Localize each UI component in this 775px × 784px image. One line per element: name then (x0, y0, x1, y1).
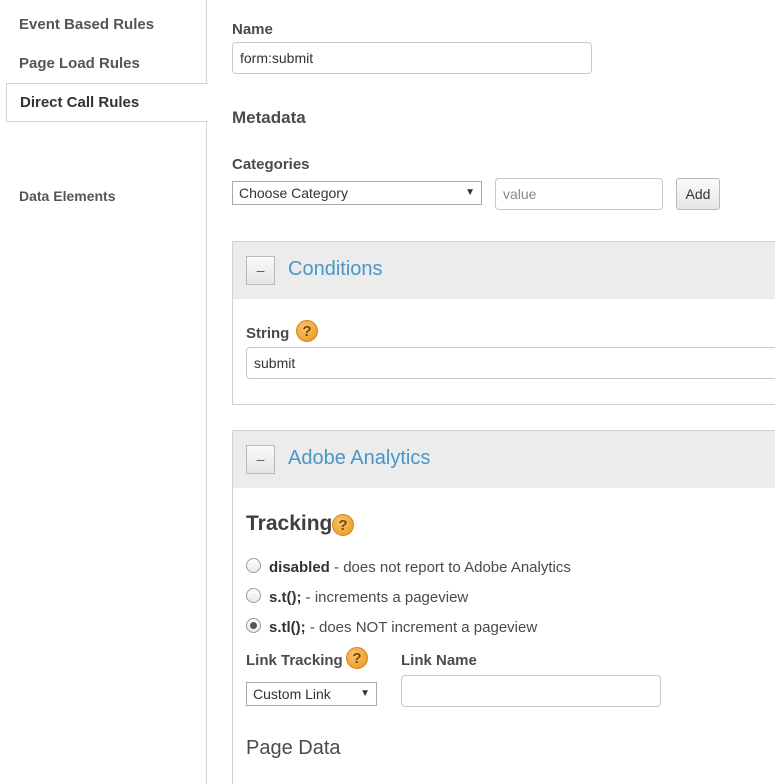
adobe-analytics-panel-header: – Adobe Analytics (233, 431, 775, 488)
string-label: String (246, 325, 290, 342)
link-name-input[interactable] (401, 675, 661, 707)
sidebar-item-direct-call-rules[interactable]: Direct Call Rules (6, 83, 208, 122)
tracking-disabled-label: disabled - does not report to Adobe Anal… (269, 559, 571, 576)
string-input[interactable] (246, 347, 775, 379)
chevron-down-icon: ▼ (465, 187, 475, 198)
tracking-disabled-code: disabled (269, 559, 330, 576)
category-select[interactable]: Choose Category ▼ (232, 181, 482, 205)
sidebar: Event Based Rules Page Load Rules Direct… (0, 0, 208, 784)
category-select-value: Choose Category (239, 185, 348, 201)
tracking-stl-code: s.tl(); (269, 619, 306, 636)
add-category-button[interactable]: Add (676, 178, 720, 210)
name-label: Name (232, 21, 273, 38)
tracking-st-code: s.t(); (269, 589, 302, 606)
adobe-analytics-collapse-button[interactable]: – (246, 445, 275, 474)
conditions-panel-header: – Conditions (233, 242, 775, 299)
page-data-heading: Page Data (246, 737, 341, 759)
sidebar-item-event-based-rules[interactable]: Event Based Rules (19, 16, 154, 33)
sidebar-item-page-load-rules[interactable]: Page Load Rules (19, 55, 140, 72)
tracking-st-label: s.t(); - increments a pageview (269, 589, 468, 606)
adobe-analytics-title: Adobe Analytics (288, 447, 431, 469)
category-value-input[interactable] (495, 178, 663, 210)
help-icon[interactable]: ? (296, 320, 318, 342)
name-input[interactable] (232, 42, 592, 74)
tracking-stl-label: s.tl(); - does NOT increment a pageview (269, 619, 537, 636)
link-name-label: Link Name (401, 652, 477, 669)
help-icon[interactable]: ? (332, 514, 354, 536)
chevron-down-icon: ▼ (360, 688, 370, 699)
categories-label: Categories (232, 156, 310, 173)
conditions-title: Conditions (288, 258, 383, 280)
sidebar-item-data-elements[interactable]: Data Elements (19, 188, 115, 204)
conditions-collapse-button[interactable]: – (246, 256, 275, 285)
tracking-st-radio[interactable] (246, 588, 261, 603)
sidebar-item-label: Direct Call Rules (20, 94, 140, 111)
link-tracking-select[interactable]: Custom Link ▼ (246, 682, 377, 706)
tracking-stl-desc: - does NOT increment a pageview (305, 619, 538, 636)
adobe-analytics-panel: – Adobe Analytics Tracking ? disabled - … (232, 430, 775, 784)
conditions-panel: – Conditions String ? (232, 241, 775, 405)
metadata-heading: Metadata (232, 108, 306, 127)
tracking-disabled-radio[interactable] (246, 558, 261, 573)
link-tracking-select-value: Custom Link (253, 686, 331, 702)
tracking-stl-radio[interactable] (246, 618, 261, 633)
tracking-disabled-desc: - does not report to Adobe Analytics (329, 559, 571, 576)
tracking-heading: Tracking (246, 512, 333, 535)
link-tracking-label: Link Tracking (246, 652, 343, 669)
help-icon[interactable]: ? (346, 647, 368, 669)
tracking-st-desc: - increments a pageview (301, 589, 469, 606)
